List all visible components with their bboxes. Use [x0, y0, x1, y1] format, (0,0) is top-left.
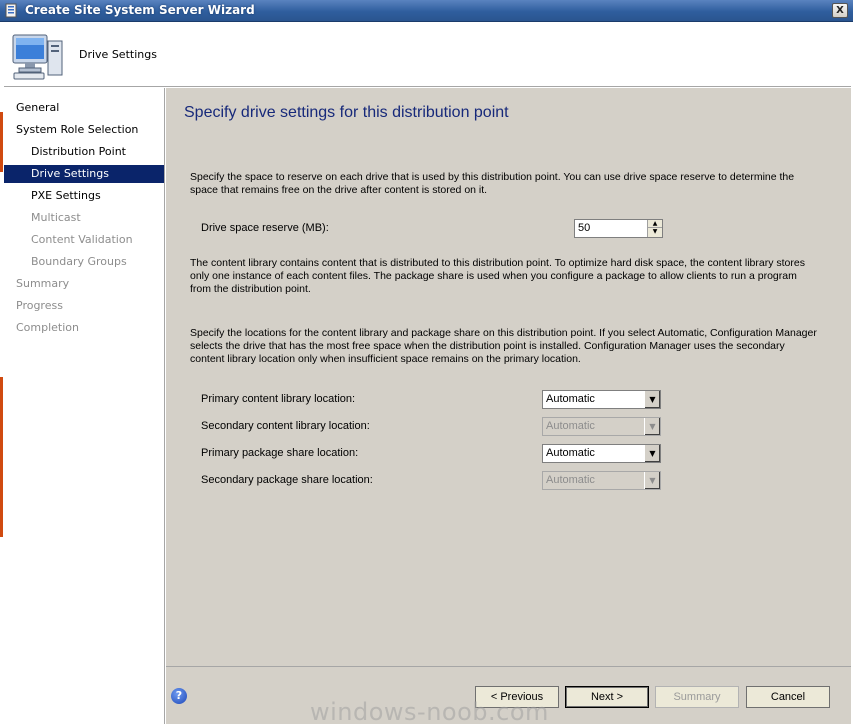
secondary-content-library-value: Automatic: [546, 420, 595, 432]
drive-space-reserve-stepper[interactable]: 50 ▲ ▼: [574, 219, 663, 238]
primary-content-library-select[interactable]: Automatic ▼: [542, 390, 661, 409]
help-icon[interactable]: ?: [171, 688, 187, 704]
sidebar-item-boundary-groups: Boundary Groups: [31, 255, 127, 268]
stepper-up-icon[interactable]: ▲: [648, 220, 662, 228]
close-icon: X: [836, 5, 844, 16]
next-button[interactable]: Next >: [565, 686, 649, 708]
edge-accent: [0, 377, 3, 537]
reserve-description: Specify the space to reserve on each dri…: [190, 171, 795, 196]
secondary-package-share-select: Automatic ▼: [542, 471, 661, 490]
drive-space-reserve-label: Drive space reserve (MB):: [201, 222, 329, 234]
page-title: Specify drive settings for this distribu…: [184, 104, 509, 121]
primary-package-share-label: Primary package share location:: [201, 447, 359, 459]
sidebar-item-completion: Completion: [16, 321, 80, 334]
content-library-description: The content library contains content tha…: [190, 257, 805, 295]
sidebar-item-system-role-selection[interactable]: System Role Selection: [4, 121, 164, 139]
dropdown-arrow-icon: ▼: [644, 472, 660, 489]
sidebar-item-general[interactable]: General: [4, 99, 164, 117]
primary-content-library-label: Primary content library location:: [201, 393, 356, 405]
primary-package-share-value: Automatic: [546, 447, 595, 459]
secondary-package-share-label: Secondary package share location:: [201, 474, 373, 486]
close-button[interactable]: X: [832, 3, 848, 18]
dropdown-arrow-icon[interactable]: ▼: [644, 445, 660, 462]
primary-package-share-select[interactable]: Automatic ▼: [542, 444, 661, 463]
primary-content-library-value: Automatic: [546, 393, 595, 405]
sidebar-item-pxe-settings[interactable]: PXE Settings: [4, 187, 164, 205]
sidebar-item-drive-settings[interactable]: Drive Settings: [4, 165, 164, 183]
dropdown-arrow-icon[interactable]: ▼: [644, 391, 660, 408]
sidebar-item-progress: Progress: [16, 299, 63, 312]
drive-settings-panel: Specify drive settings for this distribu…: [166, 88, 851, 666]
sidebar-item-multicast: Multicast: [31, 211, 81, 224]
edge-accent: [0, 112, 3, 172]
title-bar: Create Site System Server Wizard X: [0, 0, 853, 22]
watermark: windows-noob.com: [310, 698, 549, 726]
summary-button: Summary: [655, 686, 739, 708]
locations-description: Specify the locations for the content li…: [190, 327, 817, 365]
secondary-content-library-select: Automatic ▼: [542, 417, 661, 436]
window-title: Create Site System Server Wizard: [25, 3, 255, 17]
wizard-steps-sidebar: General System Role Selection Distributi…: [4, 88, 165, 724]
secondary-content-library-label: Secondary content library location:: [201, 420, 370, 432]
stepper-down-icon[interactable]: ▼: [648, 228, 662, 236]
cancel-button[interactable]: Cancel: [746, 686, 830, 708]
wizard-header: Drive Settings: [4, 23, 851, 87]
sidebar-item-content-validation: Content Validation: [31, 233, 133, 246]
sidebar-item-distribution-point[interactable]: Distribution Point: [4, 143, 164, 161]
stepper-buttons[interactable]: ▲ ▼: [647, 220, 662, 237]
computer-icon: [12, 34, 63, 80]
wizard-app-icon: [5, 3, 17, 18]
secondary-package-share-value: Automatic: [546, 474, 595, 486]
sidebar-item-summary: Summary: [16, 277, 70, 290]
dropdown-arrow-icon: ▼: [644, 418, 660, 435]
header-title: Drive Settings: [79, 48, 157, 61]
drive-space-reserve-value[interactable]: 50: [578, 222, 590, 234]
